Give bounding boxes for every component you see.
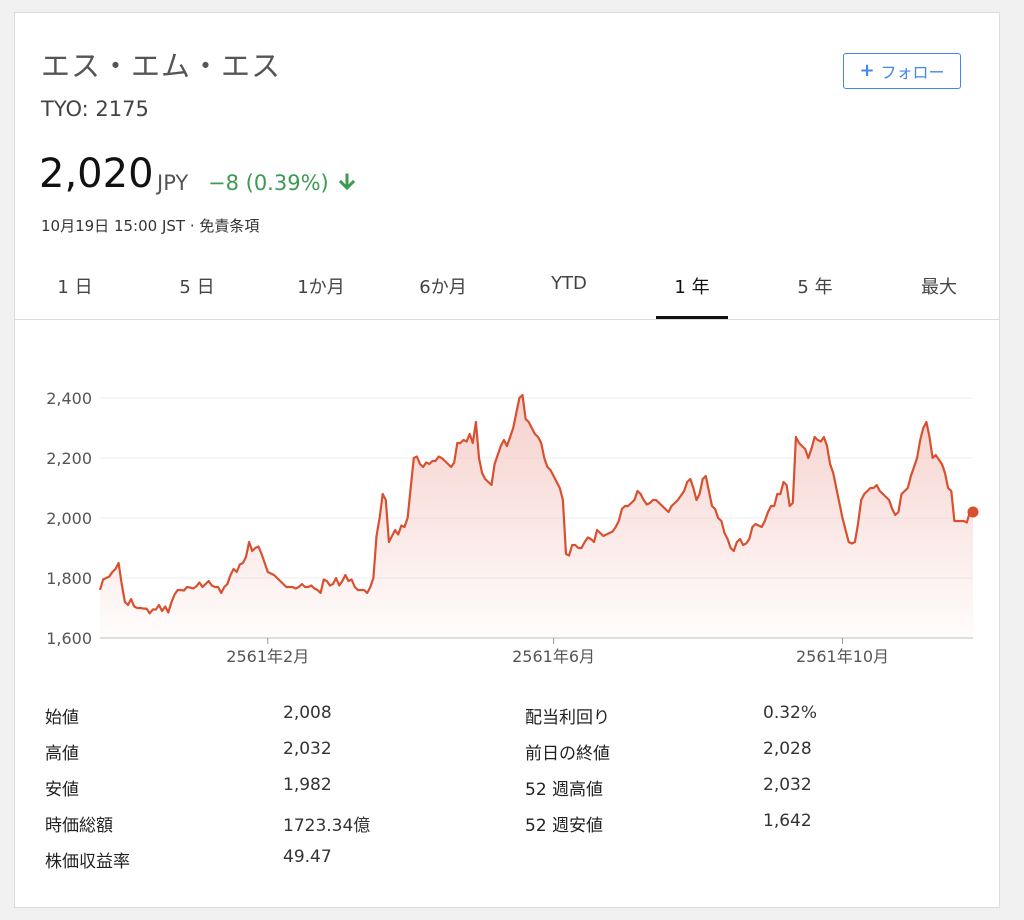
currency: JPY (157, 171, 189, 195)
plus-icon: + (859, 60, 875, 81)
stat-value-high: 2,032 (283, 739, 332, 759)
last-updated: 10月19日 15:00 JST · 免責条項 (41, 217, 260, 235)
stat-value-low: 1,982 (283, 775, 332, 795)
tab-1-month[interactable]: 1か月 (281, 263, 361, 319)
y-tick-label: 1,600 (46, 629, 92, 648)
stat-value-52w-low: 1,642 (763, 811, 812, 831)
follow-button[interactable]: + フォロー (843, 53, 961, 89)
company-name: エス・エム・エス (41, 49, 282, 83)
tabs-divider (15, 319, 999, 320)
stat-value-52w-high: 2,032 (763, 775, 812, 795)
x-tick-label: 2561年10月 (796, 647, 889, 666)
price-chart[interactable]: 2561年2月 2561年6月 2561年10月 1,600 1,800 2,000 2,… (15, 333, 999, 683)
stat-label-market-cap: 時価総額 (45, 816, 113, 836)
stat-label-high: 高値 (45, 744, 79, 764)
stat-value-prev-close: 2,028 (763, 739, 812, 759)
stat-label-pe-ratio: 株価収益率 (45, 852, 130, 872)
stat-value-open: 2,008 (283, 703, 332, 723)
tab-ytd[interactable]: YTD (529, 263, 609, 319)
tab-max[interactable]: 最大 (899, 263, 979, 319)
y-tick-label: 1,800 (46, 569, 92, 588)
ticker-symbol: TYO: 2175 (41, 97, 149, 121)
follow-label: フォロー (880, 63, 945, 82)
y-tick-label: 2,000 (46, 509, 92, 528)
stat-label-52w-low: 52 週安値 (525, 816, 604, 836)
current-price: 2,020 (39, 151, 154, 197)
tab-6-months[interactable]: 6か月 (403, 263, 483, 319)
stat-label-low: 安値 (45, 780, 79, 800)
range-tabs: 1 日 5 日 1か月 6か月 YTD 1 年 5 年 最大 (15, 263, 999, 319)
stat-value-dividend-yield: 0.32% (763, 703, 818, 723)
x-tick-label: 2561年6月 (512, 647, 595, 666)
price-change: −8 (0.39%) (208, 171, 329, 195)
tab-1-year[interactable]: 1 年 (656, 263, 728, 319)
stat-label-prev-close: 前日の終値 (525, 744, 610, 764)
stat-value-pe-ratio: 49.47 (283, 847, 332, 867)
y-tick-label: 2,200 (46, 449, 92, 468)
stock-card: エス・エム・エス TYO: 2175 + フォロー 2,020 JPY −8 (… (14, 12, 1000, 908)
stat-label-52w-high: 52 週高値 (525, 780, 604, 800)
stat-label-dividend-yield: 配当利回り (525, 708, 610, 728)
last-price-dot (967, 506, 979, 518)
arrow-down-icon (338, 173, 356, 191)
stat-value-market-cap: 1723.34億 (283, 816, 371, 836)
tab-1-day[interactable]: 1 日 (35, 263, 115, 319)
tab-5-years[interactable]: 5 年 (775, 263, 855, 319)
x-tick-label: 2561年2月 (226, 647, 309, 666)
stat-label-open: 始値 (45, 708, 79, 728)
tab-5-days[interactable]: 5 日 (157, 263, 237, 319)
y-tick-label: 2,400 (46, 389, 92, 408)
